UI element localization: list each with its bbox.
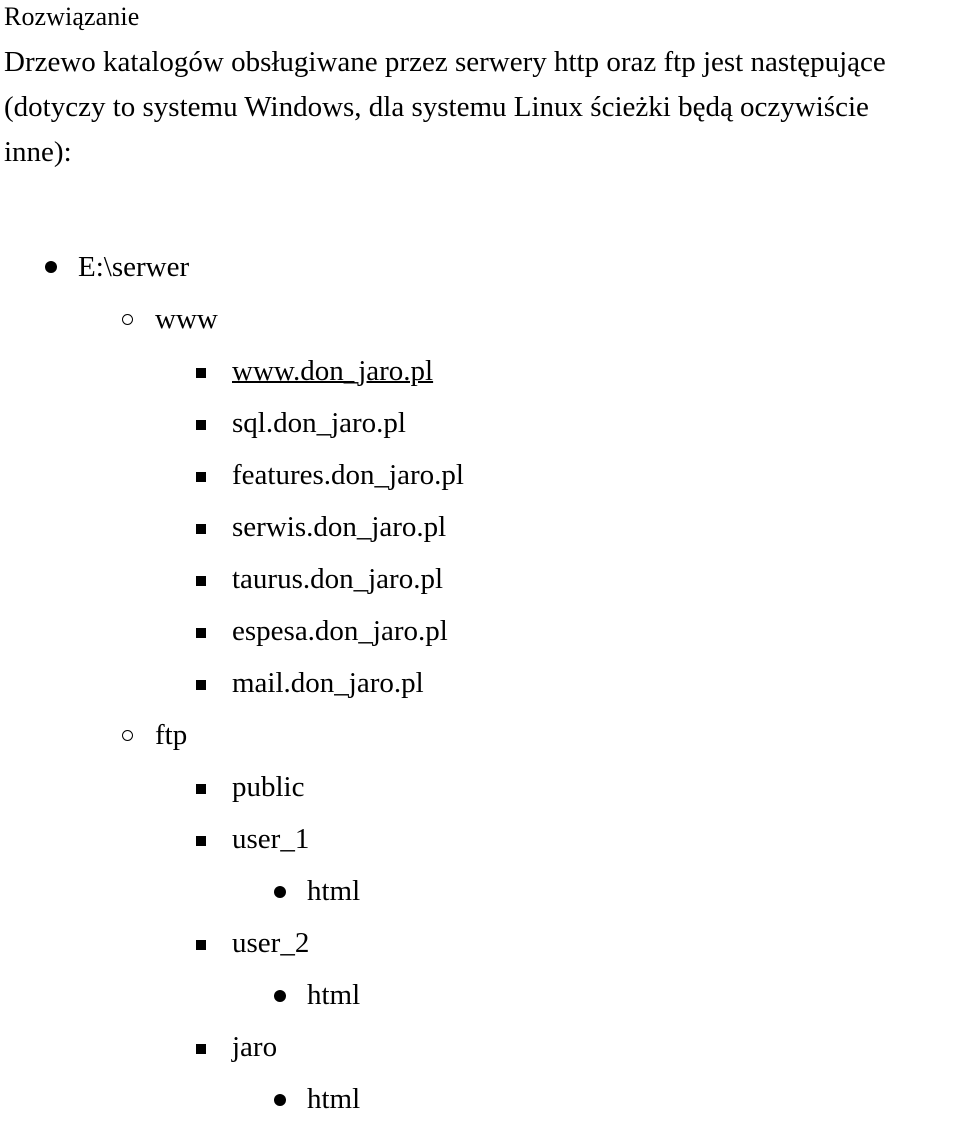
- www-folder-label: www: [155, 303, 218, 335]
- site-label-espesa: espesa.don_jaro.pl: [232, 615, 448, 647]
- list-item-ftp-user-1-html: html: [0, 868, 960, 920]
- list-item-ftp-user-1: user_1: [0, 816, 960, 868]
- list-item-root: E:\serwer: [0, 244, 960, 296]
- list-item-site-sql: sql.don_jaro.pl: [0, 400, 960, 452]
- intro-paragraph: Drzewo katalogów obsługiwane przez serwe…: [4, 40, 960, 175]
- list-item-site-espesa: espesa.don_jaro.pl: [0, 608, 960, 660]
- square-bullet-icon: [196, 836, 206, 846]
- disc-bullet-icon: [274, 990, 286, 1002]
- list-item-site-mail: mail.don_jaro.pl: [0, 660, 960, 712]
- ftp-jaro-label: jaro: [232, 1031, 278, 1063]
- site-label-sql: sql.don_jaro.pl: [232, 407, 406, 439]
- intro-line-1: Drzewo katalogów obsługiwane przez serwe…: [4, 46, 886, 78]
- square-bullet-icon: [196, 368, 206, 378]
- square-bullet-icon: [196, 576, 206, 586]
- list-item-ftp-public: public: [0, 764, 960, 816]
- list-item-ftp-user-2-html: html: [0, 972, 960, 1024]
- page-title: Rozwiązanie: [4, 2, 140, 31]
- list-item-site-features: features.don_jaro.pl: [0, 452, 960, 504]
- circle-bullet-icon: [122, 730, 133, 741]
- list-item-ftp-user-2: user_2: [0, 920, 960, 972]
- list-item-www-folder: www: [0, 296, 960, 348]
- square-bullet-icon: [196, 1044, 206, 1054]
- square-bullet-icon: [196, 628, 206, 638]
- disc-bullet-icon: [45, 261, 57, 273]
- list-item-site-www: www.don_jaro.pl: [0, 348, 960, 400]
- disc-bullet-icon: [274, 886, 286, 898]
- ftp-user-1-html-label: html: [307, 875, 361, 907]
- intro-line-2: (dotyczy to systemu Windows, dla systemu…: [4, 91, 869, 123]
- ftp-user-1-label: user_1: [232, 823, 310, 855]
- root-path-label: E:\serwer: [78, 251, 190, 283]
- hyperlink-www-don-jaro-pl[interactable]: www.don_jaro.pl: [232, 348, 433, 394]
- site-label-taurus: taurus.don_jaro.pl: [232, 563, 444, 595]
- ftp-folder-label: ftp: [155, 719, 188, 751]
- site-label-mail: mail.don_jaro.pl: [232, 667, 424, 699]
- square-bullet-icon: [196, 784, 206, 794]
- list-item-site-serwis: serwis.don_jaro.pl: [0, 504, 960, 556]
- list-item-ftp-jaro-html: html: [0, 1076, 960, 1128]
- disc-bullet-icon: [274, 1094, 286, 1106]
- square-bullet-icon: [196, 680, 206, 690]
- ftp-public-label: public: [232, 771, 305, 803]
- square-bullet-icon: [196, 472, 206, 482]
- intro-line-3: inne):: [4, 136, 72, 168]
- site-label-features: features.don_jaro.pl: [232, 459, 464, 491]
- list-item-ftp-folder: ftp: [0, 712, 960, 764]
- list-item-ftp-jaro: jaro: [0, 1024, 960, 1076]
- list-item-site-taurus: taurus.don_jaro.pl: [0, 556, 960, 608]
- square-bullet-icon: [196, 940, 206, 950]
- square-bullet-icon: [196, 524, 206, 534]
- ftp-user-2-html-label: html: [307, 979, 361, 1011]
- ftp-jaro-html-label: html: [307, 1083, 361, 1115]
- circle-bullet-icon: [122, 314, 133, 325]
- site-label-serwis: serwis.don_jaro.pl: [232, 511, 447, 543]
- document-page: Rozwiązanie Drzewo katalogów obsługiwane…: [0, 0, 960, 1115]
- ftp-user-2-label: user_2: [232, 927, 310, 959]
- square-bullet-icon: [196, 420, 206, 430]
- directory-tree-outline: E:\serwer www www.don_jaro.pl sql.don_ja…: [0, 244, 960, 1128]
